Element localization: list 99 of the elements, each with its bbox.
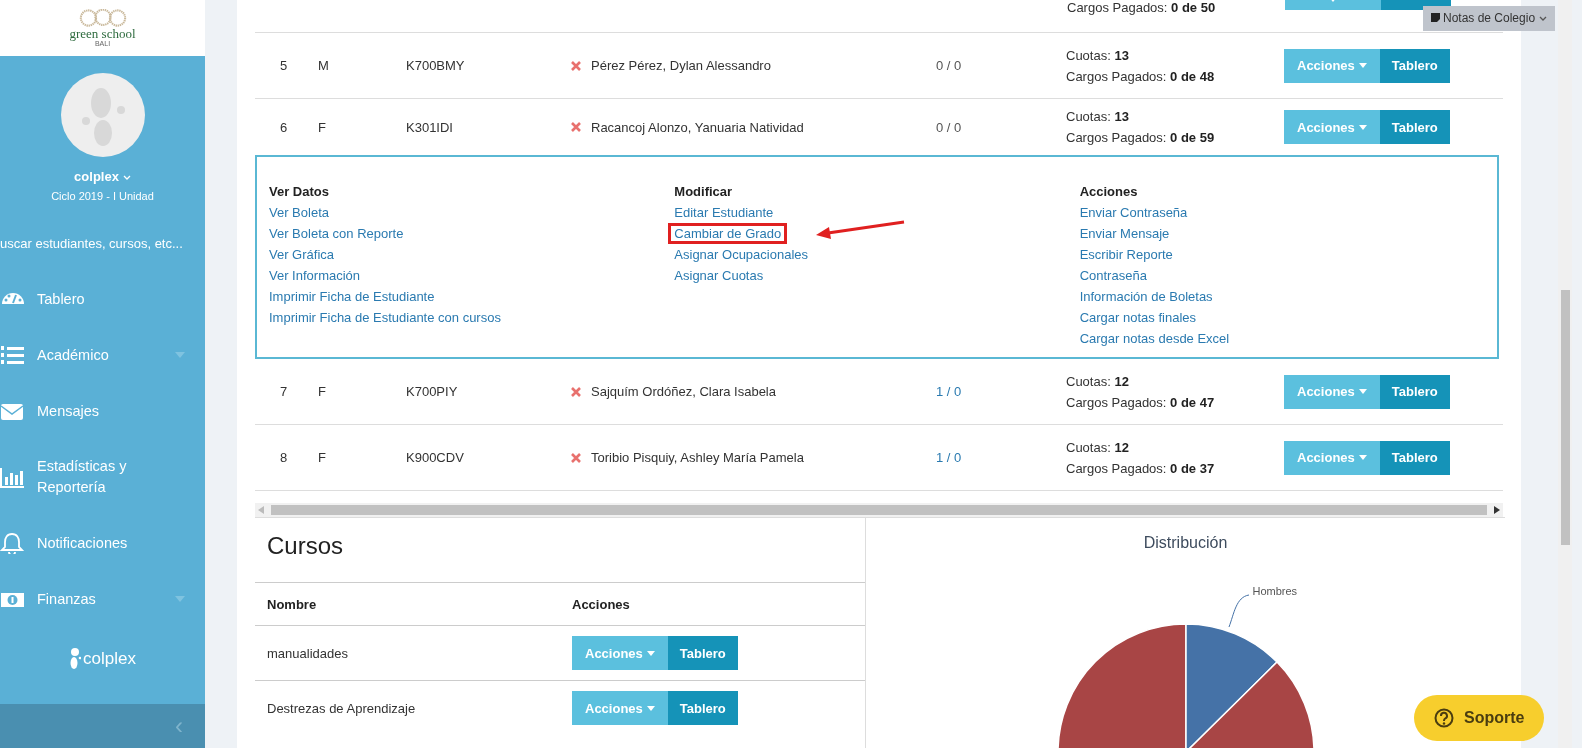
sex-cell-text: F (318, 384, 327, 399)
help-icon (1434, 708, 1454, 728)
menu-link[interactable]: Ver Información (263, 265, 367, 286)
sex-cell-text: M (318, 58, 330, 73)
sex-cell-text: F (318, 119, 327, 135)
note-icon (1431, 13, 1440, 22)
menu-heading: Acciones (1079, 183, 1139, 201)
student-name: Racancoj Alonzo, Yanuaria Natividad (591, 119, 804, 135)
caret-icon (1358, 389, 1367, 394)
menu-link[interactable]: Imprimir Ficha de Estudiante con cursos (263, 307, 507, 328)
dashboard-button[interactable]: Tablero (1379, 110, 1450, 144)
student-code: K900CDV (406, 450, 465, 465)
fees-text: Cuotas: 13 (1066, 46, 1130, 65)
chart-title: Distribución (1143, 534, 1228, 552)
section-title: Cursos (266, 532, 345, 561)
ratio-link[interactable]: 1 / 0 (936, 384, 962, 399)
vertical-scrollbar[interactable] (1558, 0, 1572, 748)
search-field[interactable]: uscar estudiantes, cursos, etc... (0, 236, 205, 251)
support-button[interactable]: Soporte (1414, 695, 1545, 741)
student-name: Pérez Pérez, Dylan Alessandro (591, 58, 771, 73)
menu-link[interactable]: Cargar notas desde Excel (1073, 328, 1236, 349)
payments-text: Cargos Pagados: 0 de 50 (1067, 0, 1217, 17)
column-header: Nombre (266, 596, 318, 612)
student-code: K301IDI (406, 119, 454, 135)
caret-icon (1358, 124, 1367, 130)
menu-heading: Modificar (674, 183, 734, 201)
right-arrow-icon (1494, 506, 1500, 514)
cross-icon (571, 60, 581, 71)
bar-chart-icon (0, 466, 25, 488)
horizontal-scrollbar[interactable] (255, 503, 1503, 517)
payments-text: Cargos Pagados: 0 de 37 (1066, 459, 1216, 478)
sex-cell-text: F (318, 450, 327, 465)
student-name: Toribio Pisquiy, Ashley María Pamela (591, 450, 804, 465)
row-number: 5 (279, 58, 289, 73)
menu-link[interactable]: Cambiar de Grado (668, 223, 788, 244)
fees-text: Cuotas: 12 (1066, 372, 1130, 391)
column-header: Acciones (571, 596, 631, 612)
menu-link[interactable]: Asignar Cuotas (668, 265, 770, 286)
menu-link[interactable]: Ver Boleta con Reporte (263, 223, 410, 244)
row-number: 8 (279, 450, 289, 465)
avatar-placeholder-icon (60, 73, 145, 157)
dashboard-button[interactable]: Tablero (1379, 48, 1450, 83)
ratio-link[interactable]: 1 / 0 (936, 450, 962, 465)
caret-icon (1358, 455, 1367, 460)
menu-link[interactable]: Cargar notas finales (1073, 307, 1202, 328)
cross-icon (571, 386, 581, 397)
menu-link[interactable]: Contraseña (1073, 265, 1153, 286)
spiral-logo-icon (77, 8, 128, 27)
user-menu[interactable]: colplex (74, 169, 131, 184)
dashboard-button[interactable]: Tablero (667, 636, 738, 670)
caret-icon (646, 705, 655, 711)
caret-icon (1358, 63, 1367, 68)
nav-item[interactable]: Notificaciones (0, 515, 205, 571)
menu-link[interactable]: Asignar Ocupacionales (668, 244, 815, 265)
notes-dropdown[interactable]: Notas de Colegio (1423, 6, 1556, 31)
nav-item[interactable]: Tablero (0, 271, 205, 327)
payments-text: Cargos Pagados: 0 de 59 (1066, 129, 1216, 147)
leader-line (1227, 594, 1250, 628)
dashboard-button[interactable]: Tablero (1379, 374, 1450, 409)
student-code: K700BMY (406, 58, 466, 73)
menu-heading: Ver Datos (269, 183, 330, 201)
caret-icon (646, 650, 655, 656)
menu-link[interactable]: Editar Estudiante (668, 202, 780, 223)
row-number: 7 (279, 384, 289, 399)
figure-logo-icon (69, 647, 82, 671)
dashboard-button[interactable]: Tablero (1379, 440, 1450, 475)
nav-item[interactable]: Académico (0, 327, 205, 383)
menu-link[interactable]: Escribir Reporte (1073, 244, 1179, 265)
course-name: Destrezas de Aprendizaje (266, 700, 417, 716)
menu-link[interactable]: Enviar Mensaje (1073, 223, 1176, 244)
course-name: manualidades (266, 645, 349, 661)
fees-text: Cuotas: 12 (1066, 438, 1130, 457)
nav-item[interactable]: Estadísticas y Reportería (0, 439, 205, 515)
cycle-label: Ciclo 2019 - I Unidad (51, 190, 154, 202)
nav-item[interactable]: Mensajes (0, 383, 205, 439)
bell-icon (0, 532, 25, 554)
menu-link[interactable]: Imprimir Ficha de Estudiante (263, 286, 441, 307)
menu-link[interactable]: Ver Gráfica (263, 244, 341, 265)
cross-icon (571, 452, 581, 463)
payments-text: Cargos Pagados: 0 de 48 (1066, 67, 1216, 86)
fees-text: Cuotas: 13 (1066, 108, 1130, 126)
ratio-text: 0 / 0 (936, 58, 962, 73)
menu-link[interactable]: Información de Boletas (1073, 286, 1219, 307)
menu-link[interactable]: Ver Boleta (263, 202, 335, 223)
colplex-logo: colplex (69, 647, 136, 671)
cross-icon (571, 122, 581, 132)
nav-item[interactable]: Finanzas (0, 571, 205, 627)
menu-link[interactable]: Enviar Contraseña (1073, 202, 1194, 223)
dashboard-button[interactable]: Tablero (667, 691, 738, 725)
payments-text: Cargos Pagados: 0 de 47 (1066, 393, 1216, 412)
numbered-list-icon (0, 344, 25, 366)
slice-label: Hombres (1252, 585, 1298, 597)
chevron-down-icon (122, 175, 131, 181)
student-code: K700PIY (406, 384, 459, 399)
row-number: 6 (279, 119, 289, 135)
ratio-text: 0 / 0 (936, 119, 962, 135)
student-name: Sajquím Ordóñez, Clara Isabela (591, 384, 776, 399)
left-arrow-icon (258, 506, 264, 514)
chevron-down-icon (1539, 16, 1548, 22)
